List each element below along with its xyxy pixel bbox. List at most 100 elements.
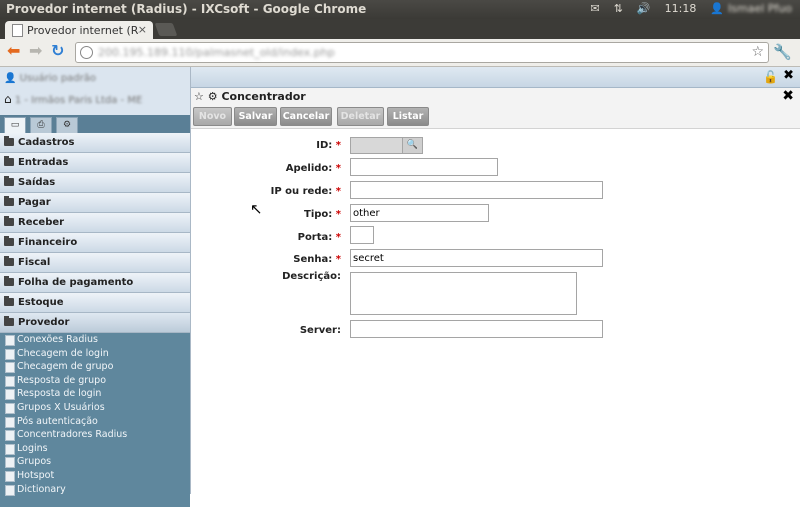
submenu-item-checagem-grupo[interactable]: Checagem de grupo — [0, 360, 190, 374]
star-icon[interactable]: ☆ — [194, 90, 204, 103]
submenu-item-label: Checagem de login — [17, 347, 109, 359]
tipo-field[interactable] — [350, 204, 489, 222]
sidebar-item-provedor[interactable]: Provedor — [0, 313, 190, 333]
deletar-button[interactable]: Deletar — [337, 107, 384, 126]
submenu-item-dictionary[interactable]: Dictionary — [0, 483, 190, 497]
network-icon[interactable]: ⇅ — [614, 2, 623, 15]
address-bar[interactable]: 200.195.189.110/palmasnet_old/index.php … — [75, 42, 769, 63]
browser-toolbar: ⬅ ➡ ↻ 200.195.189.110/palmasnet_old/inde… — [0, 39, 800, 67]
mouse-cursor-icon: ↖ — [250, 200, 263, 218]
listar-button[interactable]: Listar — [387, 107, 429, 126]
server-label: Server: — [299, 325, 341, 336]
tab-print[interactable]: ⎙ — [30, 117, 52, 133]
form-close-icon[interactable]: ✖ — [782, 88, 794, 104]
search-button[interactable]: 🔍 — [402, 137, 423, 154]
company-label: 1 - Irmãos Paris Ltda - ME — [14, 95, 143, 106]
submenu-item-label: Dictionary — [17, 483, 66, 495]
senha-label: Senha: * — [293, 254, 341, 265]
descricao-field[interactable] — [350, 272, 577, 315]
reload-icon[interactable]: ↻ — [51, 43, 64, 59]
user-label: Usuário padrão — [19, 73, 97, 84]
ip-field[interactable] — [350, 181, 603, 199]
sidebar-item-label: Saídas — [18, 177, 56, 188]
page-title: Concentrador — [221, 90, 306, 103]
submenu-item-checagem-login[interactable]: Checagem de login — [0, 347, 190, 361]
senha-field[interactable] — [350, 249, 603, 267]
sidebar-item-saidas[interactable]: Saídas — [0, 173, 190, 193]
browser-tab[interactable]: Provedor internet (Radius × — [5, 21, 153, 39]
unlock-icon[interactable]: 🔓 — [763, 70, 778, 84]
wrench-icon[interactable]: 🔧 — [773, 43, 792, 61]
document-icon — [5, 375, 15, 387]
submenu-item-label: Conexões Radius — [17, 334, 98, 345]
back-arrow-icon[interactable]: ⬅ — [7, 43, 20, 59]
url-text: 200.195.189.110/palmasnet_old/index.php — [98, 46, 335, 59]
sidebar-item-cadastros[interactable]: Cadastros — [0, 133, 190, 153]
sidebar-item-estoque[interactable]: Estoque — [0, 293, 190, 313]
clock[interactable]: 11:18 — [665, 2, 697, 15]
document-icon — [5, 348, 15, 360]
apelido-label: Apelido: * — [285, 163, 341, 174]
folder-icon — [4, 236, 14, 246]
form-header: ☆ ⚙ Concentrador ✖ — [191, 88, 800, 106]
novo-button[interactable]: Novo — [193, 107, 232, 126]
submenu-item-label: Concentradores Radius — [17, 429, 128, 441]
sidebar-item-pagar[interactable]: Pagar — [0, 193, 190, 213]
forward-arrow-icon[interactable]: ➡ — [29, 43, 42, 59]
submenu-item-logins[interactable]: Logins — [0, 442, 190, 456]
sidebar: 👤 Usuário padrão ⌂ 1 - Irmãos Paris Ltda… — [0, 67, 191, 507]
sidebar-item-label: Entradas — [18, 157, 69, 168]
mail-icon[interactable]: ✉ — [590, 2, 599, 15]
folder-icon — [4, 176, 14, 186]
submenu-item-hotspot[interactable]: Hotspot — [0, 469, 190, 483]
sidebar-item-fiscal[interactable]: Fiscal — [0, 253, 190, 273]
document-icon — [5, 335, 15, 346]
server-field[interactable] — [350, 320, 603, 338]
document-icon — [5, 416, 15, 428]
submenu-item-resposta-grupo[interactable]: Resposta de grupo — [0, 374, 190, 388]
submenu-item-conexoes-radius[interactable]: Conexões Radius — [0, 333, 190, 347]
new-tab-button[interactable] — [154, 23, 178, 36]
document-icon — [5, 389, 15, 401]
tab-settings[interactable]: ⚙ — [56, 117, 78, 133]
submenu-item-pos-autenticacao[interactable]: Pós autenticação — [0, 415, 190, 429]
company-row[interactable]: ⌂ 1 - Irmãos Paris Ltda - ME — [4, 92, 142, 106]
submenu-item-label: Logins — [17, 442, 48, 454]
folder-icon — [4, 156, 14, 166]
porta-field[interactable] — [350, 226, 374, 244]
sidebar-item-financeiro[interactable]: Financeiro — [0, 233, 190, 253]
tab-close-icon[interactable]: × — [138, 23, 147, 36]
sidebar-item-entradas[interactable]: Entradas — [0, 153, 190, 173]
submenu-item-label: Checagem de grupo — [17, 361, 114, 373]
user-row: 👤 Usuário padrão — [4, 73, 96, 84]
descricao-label: Descrição: — [282, 271, 341, 282]
close-icon[interactable]: ✖ — [783, 68, 794, 83]
salvar-button[interactable]: Salvar — [234, 107, 277, 126]
submenu-item-label: Resposta de login — [17, 388, 102, 400]
submenu-item-grupos-usuarios[interactable]: Grupos X Usuários — [0, 401, 190, 415]
site-info-icon[interactable] — [80, 46, 93, 59]
page-icon — [12, 24, 23, 37]
browser-tab-strip: Provedor internet (Radius × — [0, 19, 800, 39]
sidebar-item-label: Folha de pagamento — [18, 277, 134, 288]
main-panel: 🔓 ✖ ☆ ⚙ Concentrador ✖ Novo Salvar Cance… — [191, 67, 800, 494]
submenu-item-grupos[interactable]: Grupos — [0, 455, 190, 469]
volume-icon[interactable]: 🔊 — [637, 2, 651, 15]
bookmark-star-icon[interactable]: ☆ — [751, 44, 764, 60]
submenu-item-label: Resposta de grupo — [17, 374, 107, 386]
submenu-item-concentradores-radius[interactable]: Concentradores Radius — [0, 428, 190, 442]
gear-icon: ⚙ — [207, 90, 218, 103]
folder-icon — [4, 256, 14, 266]
porta-label: Porta: * — [297, 232, 341, 243]
user-menu[interactable]: 👤 Ismael Pfuo — [710, 2, 792, 15]
sidebar-item-receber[interactable]: Receber — [0, 213, 190, 233]
apelido-field[interactable] — [350, 158, 498, 176]
sidebar-menu: Cadastros Entradas Saídas Pagar Receber … — [0, 133, 190, 507]
tab-window[interactable]: ▭ — [4, 117, 26, 133]
submenu-item-resposta-login[interactable]: Resposta de login — [0, 387, 190, 401]
document-icon — [5, 430, 15, 442]
document-icon — [5, 362, 15, 374]
cancelar-button[interactable]: Cancelar — [280, 107, 332, 126]
id-field[interactable] — [350, 137, 403, 154]
sidebar-item-folha[interactable]: Folha de pagamento — [0, 273, 190, 293]
